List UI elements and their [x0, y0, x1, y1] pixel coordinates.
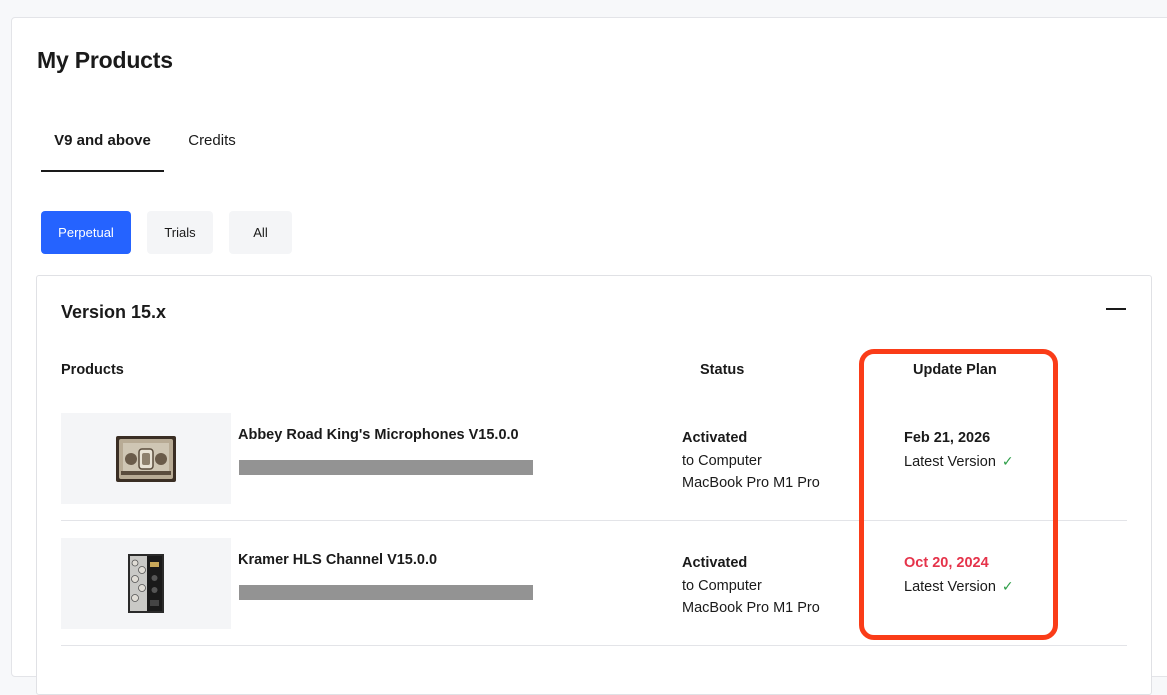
filter-perpetual-button[interactable]: Perpetual: [41, 211, 131, 254]
product-thumbnail: [61, 538, 231, 629]
status-state: Activated: [682, 430, 748, 446]
version-group-card: Version 15.x Products Status Update Plan…: [36, 275, 1152, 695]
activation-status: Activated to Computer MacBook Pro M1 Pro: [682, 427, 820, 495]
my-products-panel: My Products V9 and above Credits Perpetu…: [11, 17, 1167, 695]
column-header-status: Status: [700, 362, 745, 378]
column-header-products: Products: [61, 362, 124, 378]
check-icon: ✓: [1001, 453, 1014, 469]
tab-v9-and-above[interactable]: V9 and above: [41, 126, 164, 172]
version-title: Version 15.x: [61, 302, 167, 322]
update-plan-version: Latest Version ✓: [904, 575, 1014, 599]
activation-status: Activated to Computer MacBook Pro M1 Pro: [682, 552, 820, 620]
check-icon: ✓: [1001, 578, 1014, 594]
filter-all-button[interactable]: All: [229, 211, 292, 254]
product-thumbnail: [61, 413, 231, 504]
latest-version-label: Latest Version: [904, 579, 996, 595]
redacted-serial: [239, 585, 533, 600]
status-target-label: to Computer: [682, 452, 762, 469]
update-plan-date: Oct 20, 2024: [904, 555, 989, 571]
status-state: Activated: [682, 555, 748, 571]
product-name[interactable]: Kramer HLS Channel V15.0.0: [238, 552, 437, 568]
filter-trials-button[interactable]: Trials: [147, 211, 213, 254]
update-plan: Oct 20, 2024 Latest Version ✓: [904, 552, 1014, 599]
product-name[interactable]: Abbey Road King's Microphones V15.0.0: [238, 427, 519, 443]
page-title: My Products: [37, 47, 173, 73]
status-computer-name: MacBook Pro M1 Pro: [682, 600, 820, 616]
update-plan-date: Feb 21, 2026: [904, 430, 991, 446]
product-row: Kramer HLS Channel V15.0.0 Activated to …: [61, 521, 1127, 646]
status-computer-name: MacBook Pro M1 Pro: [682, 475, 820, 491]
minus-icon[interactable]: [1106, 308, 1126, 310]
latest-version-label: Latest Version: [904, 454, 996, 470]
tab-credits[interactable]: Credits: [177, 126, 247, 172]
product-row: Abbey Road King's Microphones V15.0.0 Ac…: [61, 396, 1127, 521]
column-header-update-plan: Update Plan: [913, 362, 997, 378]
status-target-label: to Computer: [682, 577, 762, 594]
update-plan-version: Latest Version ✓: [904, 450, 1014, 474]
update-plan: Feb 21, 2026 Latest Version ✓: [904, 427, 1014, 474]
microphone-plugin-image: [116, 436, 176, 482]
channel-strip-plugin-image: [128, 554, 164, 613]
redacted-serial: [239, 460, 533, 475]
